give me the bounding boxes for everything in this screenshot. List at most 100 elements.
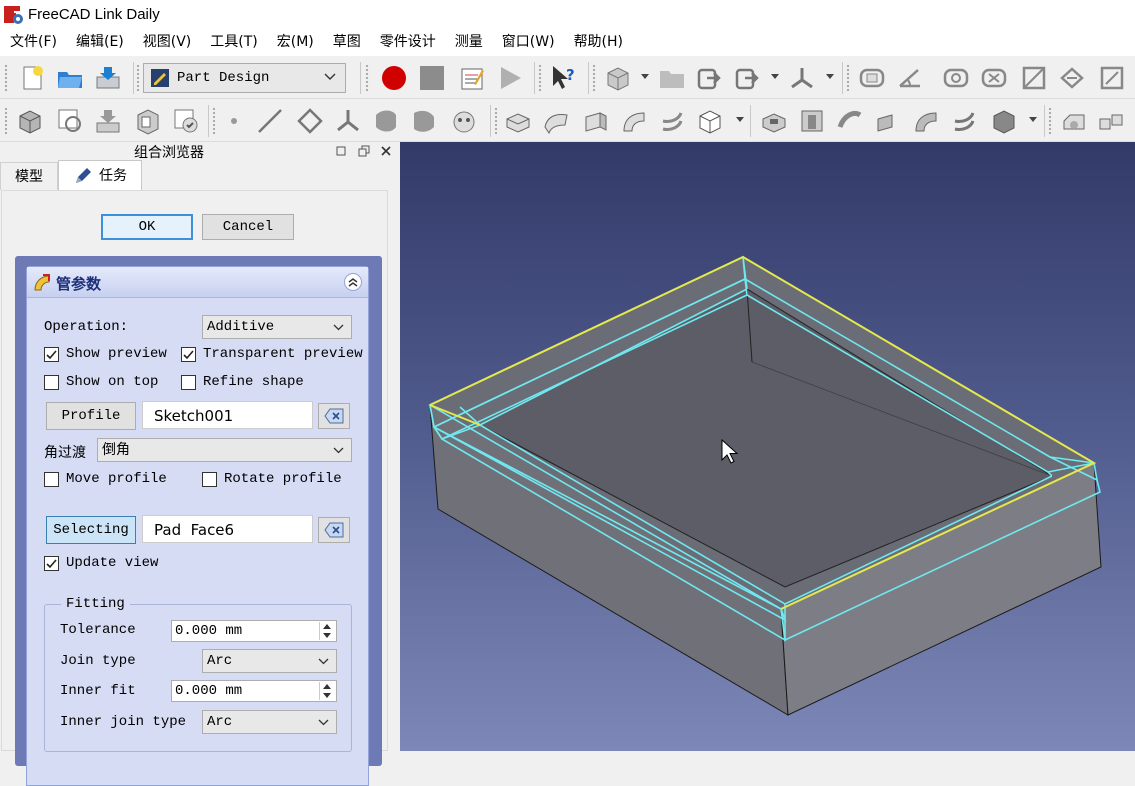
toolbar-grip[interactable]: [212, 107, 217, 135]
profile-field[interactable]: Sketch001: [142, 401, 313, 429]
validate-sketch-icon[interactable]: [92, 105, 124, 137]
measure-delta-icon[interactable]: [1096, 62, 1128, 94]
additive-pipe-icon[interactable]: [618, 105, 650, 137]
menu-tools[interactable]: 工具(T): [203, 29, 264, 56]
menu-file[interactable]: 文件(F): [3, 29, 64, 56]
toolbar-grip[interactable]: [365, 64, 370, 92]
toolbar-grip[interactable]: [1048, 107, 1053, 135]
clear-profile-button[interactable]: [318, 403, 350, 429]
tolerance-spinbox[interactable]: 0.000 mm: [171, 620, 337, 642]
menu-help[interactable]: 帮助(H): [567, 29, 630, 56]
subtractive-loft-icon[interactable]: [872, 105, 904, 137]
menu-measure[interactable]: 测量: [448, 29, 490, 56]
std-views-icon[interactable]: [602, 62, 634, 94]
create-body-icon[interactable]: [14, 105, 46, 137]
operation-select[interactable]: Additive: [202, 315, 352, 339]
toolbar-grip[interactable]: [592, 64, 597, 92]
measure-3d-icon[interactable]: [1056, 62, 1088, 94]
clone-icon[interactable]: [448, 105, 480, 137]
create-group-icon[interactable]: [656, 62, 688, 94]
tab-model[interactable]: 模型: [0, 162, 58, 190]
update-view-checkbox[interactable]: Update view: [44, 555, 158, 571]
new-document-icon[interactable]: [16, 62, 48, 94]
subtractive-primitive-icon[interactable]: [988, 105, 1020, 137]
axis-cross-icon[interactable]: [786, 62, 818, 94]
sub-shape-binder-icon[interactable]: [408, 105, 440, 137]
measure-angular-icon[interactable]: [894, 62, 926, 94]
menu-part-design[interactable]: 零件设计: [373, 29, 443, 56]
cancel-button[interactable]: Cancel: [202, 214, 294, 240]
transparent-preview-checkbox[interactable]: Transparent preview: [181, 346, 363, 362]
toolbar-grip[interactable]: [4, 107, 9, 135]
ok-button[interactable]: OK: [101, 214, 193, 240]
sketch-check-icon[interactable]: [170, 105, 202, 137]
datum-point-icon[interactable]: [218, 105, 250, 137]
run-macro-icon[interactable]: [494, 62, 526, 94]
macro-editor-icon[interactable]: [456, 62, 488, 94]
menu-window[interactable]: 窗口(W): [495, 29, 562, 56]
pad-icon[interactable]: [502, 105, 534, 137]
mirrored-icon[interactable]: [1058, 105, 1090, 137]
toolbar-grip[interactable]: [494, 107, 499, 135]
panel-restore-icon[interactable]: [358, 145, 370, 157]
toolbar-grip[interactable]: [136, 64, 141, 92]
whats-this-icon[interactable]: ?: [548, 62, 580, 94]
profile-button[interactable]: Profile: [46, 402, 136, 430]
record-macro-icon[interactable]: [378, 62, 410, 94]
stop-macro-icon[interactable]: [416, 62, 448, 94]
measure-refresh-icon[interactable]: [940, 62, 972, 94]
spin-arrows[interactable]: [319, 682, 334, 700]
local-cs-icon[interactable]: [332, 105, 364, 137]
groove-icon[interactable]: [834, 105, 866, 137]
join-type-select[interactable]: Arc: [202, 649, 337, 673]
3d-viewport[interactable]: [400, 142, 1135, 751]
additive-loft-icon[interactable]: [580, 105, 612, 137]
part-design-toolbar: [0, 99, 1135, 142]
panel-close-icon[interactable]: [380, 145, 392, 157]
measure-toggle-icon[interactable]: [1018, 62, 1050, 94]
toolbar-grip[interactable]: [846, 64, 851, 92]
datum-plane-icon[interactable]: [294, 105, 326, 137]
workbench-selector[interactable]: Part Design: [143, 63, 346, 93]
inner-join-type-select[interactable]: Arc: [202, 710, 337, 734]
open-folder-icon[interactable]: [54, 62, 86, 94]
datum-line-icon[interactable]: [254, 105, 286, 137]
measure-linear-icon[interactable]: [856, 62, 888, 94]
clear-spine-button[interactable]: [318, 517, 350, 543]
additive-primitive-icon[interactable]: [694, 105, 726, 137]
revolution-icon[interactable]: [540, 105, 572, 137]
rotate-profile-checkbox[interactable]: Rotate profile: [202, 471, 342, 487]
menu-edit[interactable]: 编辑(E): [69, 29, 131, 56]
panel-float-icon[interactable]: [336, 145, 348, 157]
menu-sketch[interactable]: 草图: [326, 29, 368, 56]
svg-text:?: ?: [566, 66, 575, 84]
collapse-button[interactable]: [344, 273, 362, 291]
link-actions-icon[interactable]: [732, 62, 764, 94]
save-document-icon[interactable]: [92, 62, 124, 94]
toolbar-grip[interactable]: [4, 64, 9, 92]
create-link-icon[interactable]: [694, 62, 726, 94]
hole-icon[interactable]: [796, 105, 828, 137]
transition-select[interactable]: 倒角: [97, 438, 352, 462]
tab-tasks[interactable]: 任务: [58, 160, 142, 190]
spine-selection-field[interactable]: Pad Face6: [142, 515, 313, 543]
show-on-top-checkbox[interactable]: Show on top: [44, 374, 158, 390]
measure-clear-icon[interactable]: [978, 62, 1010, 94]
subtractive-pipe-icon[interactable]: [910, 105, 942, 137]
pocket-icon[interactable]: [758, 105, 790, 137]
menu-view[interactable]: 视图(V): [136, 29, 199, 56]
shape-binder-icon[interactable]: [370, 105, 402, 137]
refine-shape-checkbox[interactable]: Refine shape: [181, 374, 304, 390]
move-profile-checkbox[interactable]: Move profile: [44, 471, 167, 487]
create-sketch-icon[interactable]: [54, 105, 86, 137]
additive-helix-icon[interactable]: [656, 105, 688, 137]
selecting-button[interactable]: Selecting: [46, 516, 136, 544]
subtractive-helix-icon[interactable]: [948, 105, 980, 137]
menu-macro[interactable]: 宏(M): [270, 29, 321, 56]
linear-pattern-icon[interactable]: [1096, 105, 1128, 137]
map-sketch-icon[interactable]: [132, 105, 164, 137]
spin-arrows[interactable]: [319, 622, 334, 640]
toolbar-grip[interactable]: [538, 64, 543, 92]
show-preview-checkbox[interactable]: Show preview: [44, 346, 167, 362]
inner-fit-spinbox[interactable]: 0.000 mm: [171, 680, 337, 702]
